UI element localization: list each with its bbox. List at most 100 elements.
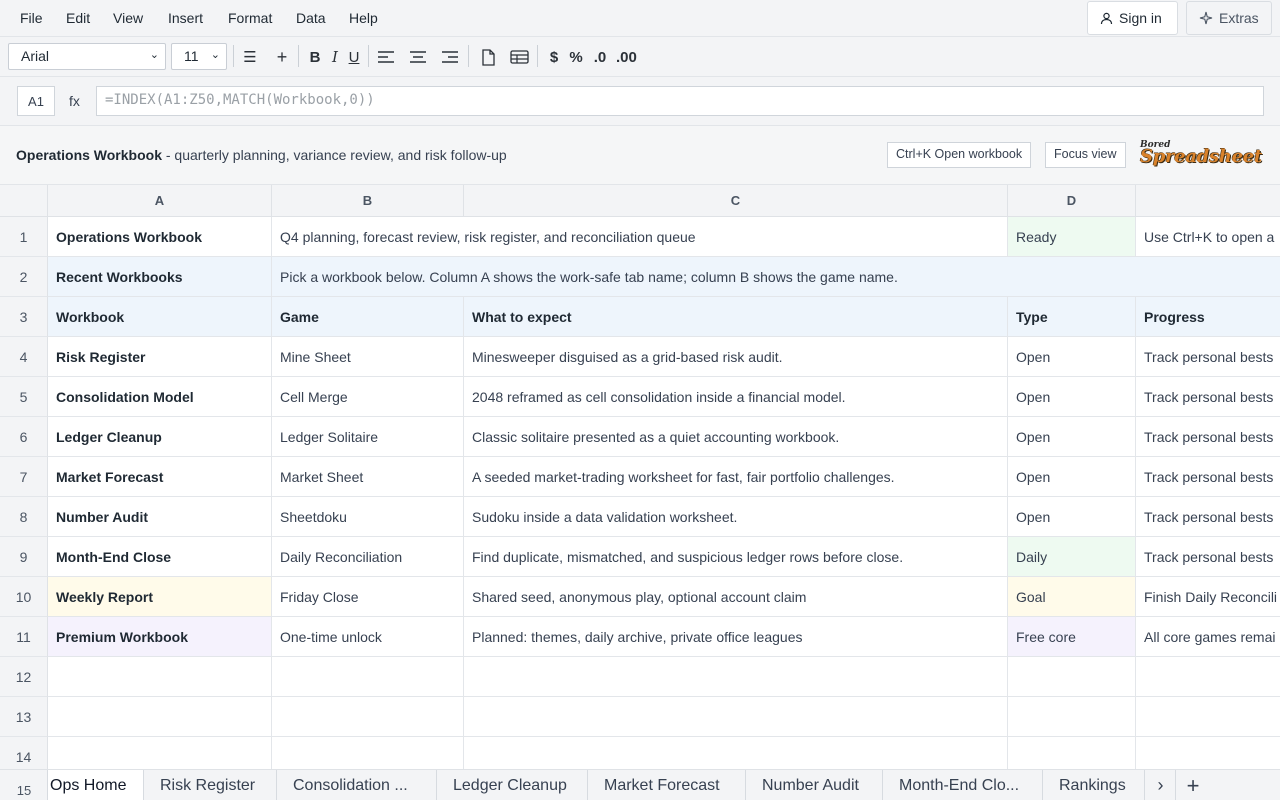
font-family-select[interactable]: Arial ⌄: [8, 43, 166, 70]
focus-view-button[interactable]: Focus view: [1045, 142, 1126, 168]
cell-d9[interactable]: Daily: [1008, 537, 1136, 577]
cell-c6[interactable]: Classic solitaire presented as a quiet a…: [464, 417, 1008, 457]
cell-b9[interactable]: Daily Reconciliation: [272, 537, 464, 577]
menu-edit[interactable]: Edit: [66, 10, 90, 26]
row-number[interactable]: 10: [0, 577, 48, 617]
cell-d1[interactable]: Ready: [1008, 217, 1136, 257]
cell-b10[interactable]: Friday Close: [272, 577, 464, 617]
column-header-e[interactable]: [1136, 185, 1280, 217]
cell-a3[interactable]: Workbook: [48, 297, 272, 337]
cell-a8[interactable]: Number Audit: [48, 497, 272, 537]
row-number[interactable]: 12: [0, 657, 48, 697]
cell-d6[interactable]: Open: [1008, 417, 1136, 457]
cell-e7[interactable]: Track personal bests: [1136, 457, 1280, 497]
cell-c7[interactable]: A seeded market-trading worksheet for fa…: [464, 457, 1008, 497]
cell-a1[interactable]: Operations Workbook: [48, 217, 272, 257]
cell-a5[interactable]: Consolidation Model: [48, 377, 272, 417]
list-button[interactable]: ☰: [240, 45, 260, 69]
extras-button[interactable]: Extras: [1186, 1, 1272, 35]
cell-e5[interactable]: Track personal bests: [1136, 377, 1280, 417]
row-number[interactable]: 3: [0, 297, 48, 337]
cell-c12[interactable]: [464, 657, 1008, 697]
cell-c8[interactable]: Sudoku inside a data validation workshee…: [464, 497, 1008, 537]
cell-b1[interactable]: Q4 planning, forecast review, risk regis…: [272, 217, 1008, 257]
row-number[interactable]: 11: [0, 617, 48, 657]
tab-risk-register[interactable]: Risk Register: [144, 770, 277, 800]
align-right-button[interactable]: [440, 45, 460, 69]
cell-b12[interactable]: [272, 657, 464, 697]
add-sheet-icon[interactable]: +: [1178, 770, 1208, 800]
cell-e8[interactable]: Track personal bests: [1136, 497, 1280, 537]
cell-a14[interactable]: [48, 737, 272, 769]
cell-b13[interactable]: [272, 697, 464, 737]
cell-d5[interactable]: Open: [1008, 377, 1136, 417]
bold-button[interactable]: B: [305, 45, 325, 69]
cell-e1[interactable]: Use Ctrl+K to open a: [1136, 217, 1280, 257]
cell-b3[interactable]: Game: [272, 297, 464, 337]
cell-e12[interactable]: [1136, 657, 1280, 697]
row-number[interactable]: 7: [0, 457, 48, 497]
cell-d13[interactable]: [1008, 697, 1136, 737]
cell-e13[interactable]: [1136, 697, 1280, 737]
column-header-c[interactable]: C: [464, 185, 1008, 217]
cell-b7[interactable]: Market Sheet: [272, 457, 464, 497]
sign-in-button[interactable]: Sign in: [1087, 1, 1178, 35]
cell-b2[interactable]: Pick a workbook below. Column A shows th…: [272, 257, 1280, 297]
column-header-b[interactable]: B: [272, 185, 464, 217]
tab-rankings[interactable]: Rankings: [1043, 770, 1145, 800]
cell-b4[interactable]: Mine Sheet: [272, 337, 464, 377]
decrease-decimal-button[interactable]: .0: [590, 45, 610, 69]
tab-consolidation[interactable]: Consolidation ...: [277, 770, 437, 800]
cell-c3[interactable]: What to expect: [464, 297, 1008, 337]
column-header-d[interactable]: D: [1008, 185, 1136, 217]
cell-a10[interactable]: Weekly Report: [48, 577, 272, 617]
row-number[interactable]: 6: [0, 417, 48, 457]
cell-d4[interactable]: Open: [1008, 337, 1136, 377]
tab-ops-home[interactable]: Ops Home: [48, 770, 144, 800]
italic-button[interactable]: I: [325, 45, 345, 69]
cell-a6[interactable]: Ledger Cleanup: [48, 417, 272, 457]
cell-c14[interactable]: [464, 737, 1008, 769]
row-number[interactable]: 2: [0, 257, 48, 297]
menu-view[interactable]: View: [113, 10, 143, 26]
cell-d10[interactable]: Goal: [1008, 577, 1136, 617]
open-workbook-button[interactable]: Ctrl+K Open workbook: [887, 142, 1032, 168]
cell-c10[interactable]: Shared seed, anonymous play, optional ac…: [464, 577, 1008, 617]
row-number[interactable]: 14: [0, 737, 48, 769]
formula-input[interactable]: =INDEX(A1:Z50,MATCH(Workbook,0)): [96, 86, 1264, 116]
cell-b8[interactable]: Sheetdoku: [272, 497, 464, 537]
cell-b5[interactable]: Cell Merge: [272, 377, 464, 417]
row-number[interactable]: 5: [0, 377, 48, 417]
row-number[interactable]: 4: [0, 337, 48, 377]
row-number[interactable]: 1: [0, 217, 48, 257]
align-left-button[interactable]: [376, 45, 396, 69]
percent-button[interactable]: %: [566, 45, 586, 69]
tab-market-forecast[interactable]: Market Forecast: [588, 770, 746, 800]
currency-button[interactable]: $: [544, 45, 564, 69]
cell-d14[interactable]: [1008, 737, 1136, 769]
row-number[interactable]: 8: [0, 497, 48, 537]
cell-c5[interactable]: 2048 reframed as cell consolidation insi…: [464, 377, 1008, 417]
cell-e10[interactable]: Finish Daily Reconcili: [1136, 577, 1280, 617]
cell-b11[interactable]: One-time unlock: [272, 617, 464, 657]
cell-b6[interactable]: Ledger Solitaire: [272, 417, 464, 457]
cell-a12[interactable]: [48, 657, 272, 697]
cell-d12[interactable]: [1008, 657, 1136, 697]
cell-e4[interactable]: Track personal bests: [1136, 337, 1280, 377]
row-number[interactable]: 9: [0, 537, 48, 577]
cell-a9[interactable]: Month-End Close: [48, 537, 272, 577]
cell-d11[interactable]: Free core: [1008, 617, 1136, 657]
tab-ledger-cleanup[interactable]: Ledger Cleanup: [437, 770, 588, 800]
cell-c13[interactable]: [464, 697, 1008, 737]
cell-e6[interactable]: Track personal bests: [1136, 417, 1280, 457]
cell-e9[interactable]: Track personal bests: [1136, 537, 1280, 577]
menu-insert[interactable]: Insert: [168, 10, 203, 26]
cell-reference-box[interactable]: A1: [17, 86, 55, 116]
cell-a13[interactable]: [48, 697, 272, 737]
cell-a4[interactable]: Risk Register: [48, 337, 272, 377]
cell-b14[interactable]: [272, 737, 464, 769]
cell-d7[interactable]: Open: [1008, 457, 1136, 497]
cell-e14[interactable]: [1136, 737, 1280, 769]
cell-d8[interactable]: Open: [1008, 497, 1136, 537]
cell-c11[interactable]: Planned: themes, daily archive, private …: [464, 617, 1008, 657]
